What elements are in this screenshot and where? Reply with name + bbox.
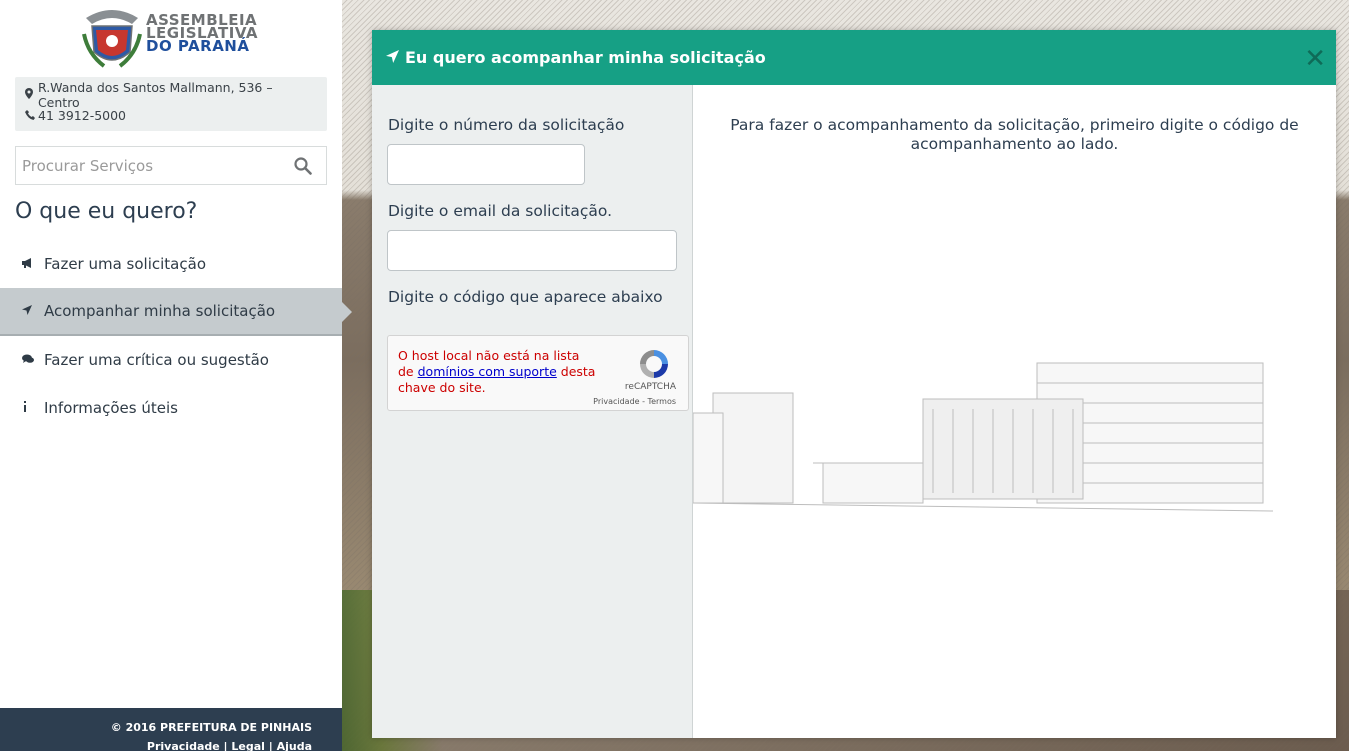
sidebar-item-critica-sugestao[interactable]: Fazer uma crítica ou sugestão xyxy=(0,336,342,384)
search-icon[interactable] xyxy=(294,157,312,175)
address-row: R.Wanda dos Santos Mallmann, 536 – Centr… xyxy=(25,80,317,110)
contact-box: R.Wanda dos Santos Mallmann, 536 – Centr… xyxy=(15,77,327,131)
search-input[interactable] xyxy=(16,147,286,184)
recaptcha-brand: reCAPTCHA xyxy=(624,382,676,392)
footer-links[interactable]: Privacidade | Legal | Ajuda xyxy=(0,740,312,751)
phone-text: 41 3912-5000 xyxy=(38,108,127,123)
sidebar: ASSEMBLEIA LEGISLATIVA DO PARANÁ R.Wanda… xyxy=(0,0,352,751)
recaptcha-widget[interactable]: O host local não está na lista de domíni… xyxy=(387,335,689,411)
bullhorn-icon xyxy=(22,257,44,271)
sidebar-item-fazer-solicitacao[interactable]: Fazer uma solicitação xyxy=(0,240,342,288)
recaptcha-logo-icon xyxy=(634,344,674,384)
sidebar-item-informacoes-uteis[interactable]: Informações úteis xyxy=(0,384,342,432)
tracking-modal: Eu quero acompanhar minha solicitação ✕ … xyxy=(372,30,1336,738)
recaptcha-error: O host local não está na lista de domíni… xyxy=(398,348,598,396)
info-text: Para fazer o acompanhamento da solicitaç… xyxy=(730,116,1299,153)
building-sketch-illustration xyxy=(693,362,1274,512)
logo-line-3: DO PARANÁ xyxy=(146,37,250,55)
recaptcha-domains-link[interactable]: domínios com suporte xyxy=(418,364,557,379)
assembleia-logo[interactable]: ASSEMBLEIA LEGISLATIVA DO PARANÁ xyxy=(82,4,262,74)
sidebar-item-label: Fazer uma solicitação xyxy=(44,255,206,273)
recaptcha-terms[interactable]: Privacidade - Termos xyxy=(593,397,676,406)
close-icon[interactable]: ✕ xyxy=(1304,44,1326,74)
search-box xyxy=(15,146,327,185)
code-label: Digite o código que aparece abaixo xyxy=(388,288,663,306)
sidebar-item-label: Fazer uma crítica ou sugestão xyxy=(44,351,269,369)
modal-title: Eu quero acompanhar minha solicitação xyxy=(405,48,766,67)
location-arrow-icon xyxy=(386,48,399,67)
sidebar-item-label: Informações úteis xyxy=(44,399,178,417)
footer-copyright: © 2016 PREFEITURA DE PINHAIS xyxy=(110,721,312,734)
sidebar-heading: O que eu quero? xyxy=(15,199,198,224)
sidebar-menu: Fazer uma solicitação Acompanhar minha s… xyxy=(0,240,352,432)
modal-info-panel: Para fazer o acompanhamento da solicitaç… xyxy=(693,85,1336,738)
modal-header: Eu quero acompanhar minha solicitação ✕ xyxy=(372,30,1336,85)
coat-of-arms-icon xyxy=(82,10,142,68)
sidebar-item-acompanhar-solicitacao[interactable]: Acompanhar minha solicitação xyxy=(0,288,352,336)
request-email-input[interactable] xyxy=(387,230,677,271)
map-marker-icon xyxy=(25,87,35,102)
phone-icon xyxy=(25,108,35,123)
info-icon xyxy=(22,401,44,415)
request-number-input[interactable] xyxy=(387,144,585,185)
logo-text: ASSEMBLEIA LEGISLATIVA DO PARANÁ xyxy=(146,13,258,55)
number-label: Digite o número da solicitação xyxy=(388,116,625,134)
location-arrow-icon xyxy=(22,304,44,318)
modal-form-panel: Digite o número da solicitação Digite o … xyxy=(372,85,693,738)
email-label: Digite o email da solicitação. xyxy=(388,202,613,220)
address-text: R.Wanda dos Santos Mallmann, 536 – Centr… xyxy=(37,79,273,110)
comments-icon xyxy=(22,354,44,367)
footer: © 2016 PREFEITURA DE PINHAIS Privacidade… xyxy=(0,708,342,751)
sidebar-item-label: Acompanhar minha solicitação xyxy=(44,302,276,320)
